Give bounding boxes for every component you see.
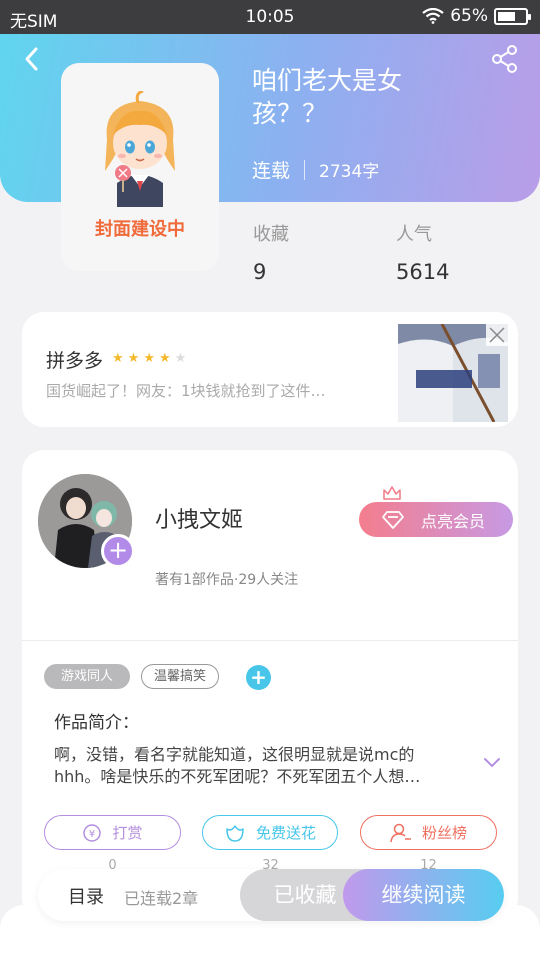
ad-card[interactable]: 拼多多 ★ ★ ★ ★ ★ 国货崛起了！网友：1块钱就抢到了这件… — [22, 312, 518, 427]
vip-button-label: 点亮会员 — [421, 511, 486, 531]
book-cover[interactable]: 封面建设中 — [61, 63, 219, 271]
flower-icon — [224, 823, 246, 843]
intro-title: 作品简介： — [54, 713, 139, 733]
stat-favorites-label: 收藏 — [253, 224, 289, 245]
star-icon: ★ — [158, 351, 171, 366]
tip-button[interactable]: ¥ 打赏 — [44, 815, 181, 850]
yen-icon: ¥ — [82, 823, 102, 843]
tag-warm-comedy[interactable]: 温馨搞笑 — [141, 664, 219, 689]
mascot-illustration — [105, 91, 175, 207]
fan-ranking-label: 粉丝榜 — [421, 824, 467, 842]
send-flower-button[interactable]: 免费送花 — [202, 815, 338, 850]
stat-popularity: 人气 5614 — [396, 220, 449, 284]
book-meta: 连载 2734字 — [252, 156, 379, 183]
add-tag-button[interactable]: + — [246, 665, 271, 690]
ad-name: 拼多多 — [46, 350, 104, 372]
tag-game-fanfic[interactable]: 游戏同人 — [44, 664, 130, 689]
author-summary: 著有1部作品·29人关注 — [155, 572, 299, 588]
svg-text:¥: ¥ — [89, 829, 95, 840]
stat-favorites: 收藏 9 — [253, 220, 289, 284]
back-icon[interactable] — [18, 44, 48, 74]
diamond-icon — [382, 511, 404, 529]
fan-ranking-button[interactable]: 粉丝榜 — [360, 815, 497, 850]
star-icon: ★ — [143, 351, 155, 366]
ad-rating: ★ ★ ★ ★ ★ — [112, 351, 186, 366]
intro-line: hhh。啥是快乐的不死军团呢？不死军团五个人想… — [54, 767, 421, 786]
meta-divider — [304, 159, 306, 180]
share-icon[interactable] — [490, 44, 520, 74]
stat-popularity-value: 5614 — [396, 260, 450, 284]
follow-button[interactable]: + — [101, 534, 135, 568]
battery-percent: 65% — [450, 6, 488, 26]
section-divider — [22, 640, 518, 641]
star-icon: ★ — [127, 351, 140, 366]
chapter-count: 已连载2章 — [124, 889, 199, 908]
author-card: + 小拽文姬 著有1部作品·29人关注 点亮会员 游戏同人 温馨搞笑 + 作品简… — [22, 450, 518, 920]
stat-favorites-value: 9 — [253, 260, 267, 284]
star-icon: ★ — [112, 351, 124, 366]
wifi-icon — [422, 8, 444, 24]
vip-button[interactable]: 点亮会员 — [359, 502, 513, 537]
tip-label: 打赏 — [112, 824, 143, 842]
status-right: 65% — [422, 6, 531, 26]
table-of-contents-button[interactable]: 目录 — [68, 883, 104, 909]
ad-description: 国货崛起了！网友：1块钱就抢到了这件… — [46, 382, 326, 400]
continue-reading-button[interactable]: 继续阅读 — [343, 869, 504, 921]
stat-popularity-label: 人气 — [396, 224, 432, 245]
crown-icon — [383, 486, 401, 500]
book-title: 咱们老大是女孩？？ — [252, 66, 403, 128]
author-name: 小拽文姬 — [155, 508, 244, 533]
close-icon — [489, 327, 505, 343]
ad-close-button[interactable] — [486, 324, 508, 346]
bottom-action-bar: 目录 已连载2章 已收藏 继续阅读 — [38, 869, 504, 921]
send-flower-label: 免费送花 — [255, 824, 316, 842]
word-count: 2734字 — [319, 162, 380, 182]
battery-icon — [494, 7, 531, 25]
chevron-down-icon[interactable] — [482, 756, 502, 770]
ad-image[interactable] — [398, 324, 508, 422]
cover-placeholder-text: 封面建设中 — [95, 219, 185, 240]
serial-status: 连载 — [252, 160, 291, 182]
intro-text: 啊，没错，看名字就能知道，这很明显就是说mc的 hhh。啥是快乐的不死军团呢？不… — [54, 744, 464, 788]
intro-line: 啊，没错，看名字就能知道，这很明显就是说mc的 — [54, 745, 415, 764]
status-bar: 无SIM 10:05 65% — [0, 0, 540, 34]
star-icon: ★ — [174, 351, 187, 366]
user-icon — [390, 823, 412, 843]
